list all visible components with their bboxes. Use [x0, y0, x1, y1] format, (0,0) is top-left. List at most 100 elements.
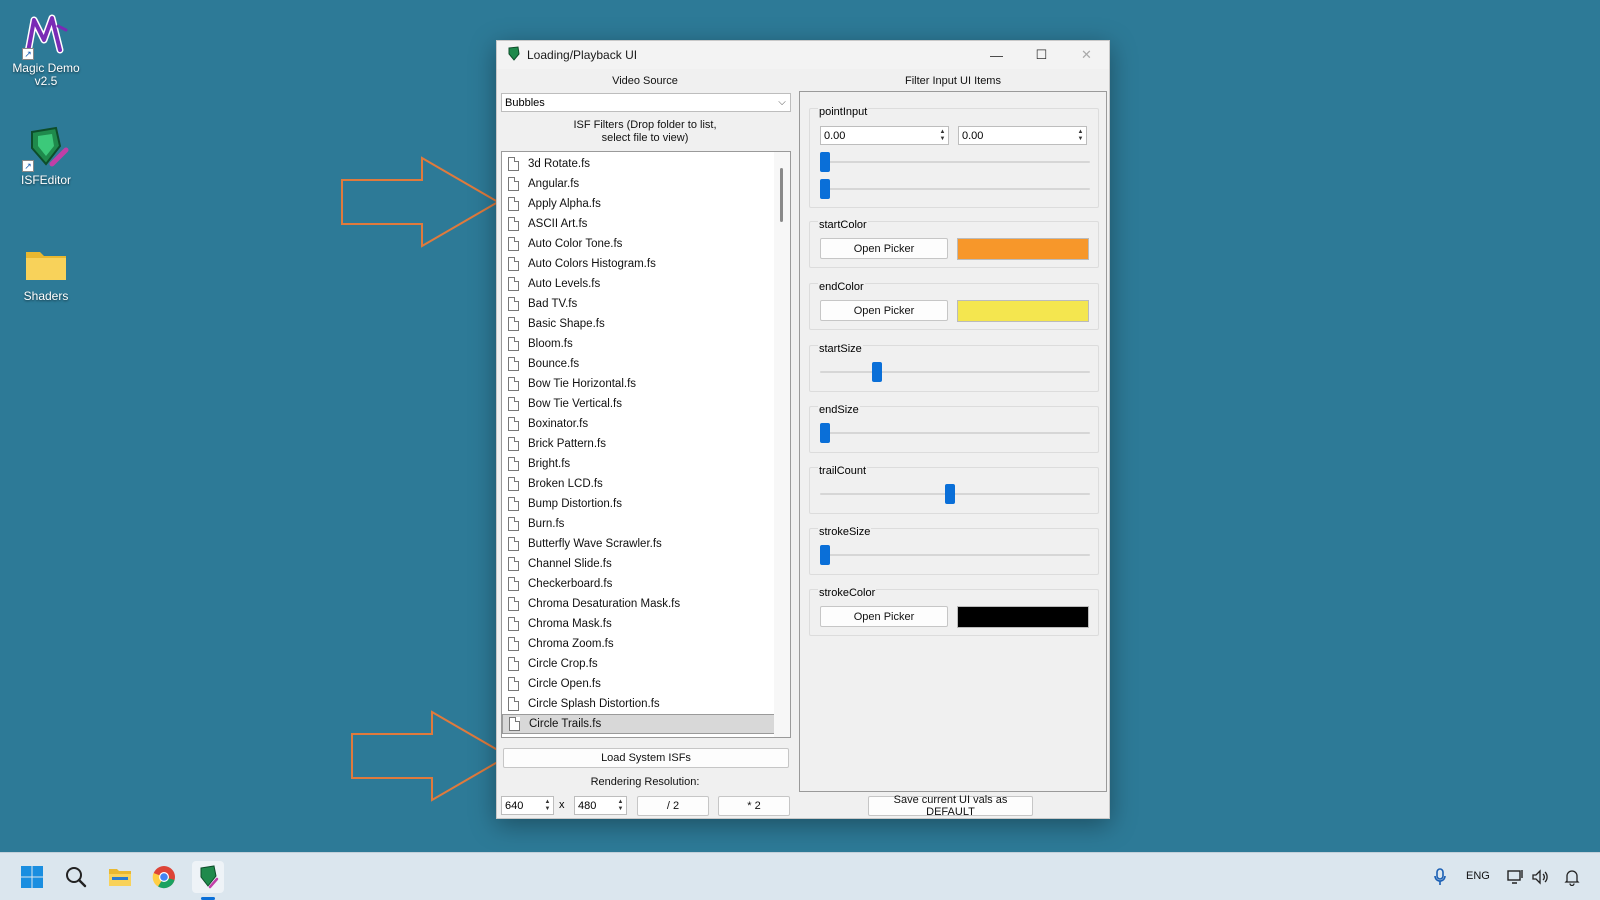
maximize-button[interactable]: ☐ [1019, 41, 1064, 69]
file-icon [508, 657, 519, 671]
save-default-button[interactable]: Save current UI vals as DEFAULT [868, 794, 1033, 818]
start-button[interactable] [16, 861, 48, 893]
list-item[interactable]: Checkerboard.fs [502, 574, 775, 594]
point-x-slider[interactable] [820, 152, 1090, 172]
list-item[interactable]: Auto Colors Histogram.fs [502, 254, 775, 274]
spin-arrows-icon[interactable]: ▲ ▼ [937, 127, 948, 144]
folder-icon [22, 240, 70, 288]
list-item[interactable]: Broken LCD.fs [502, 474, 775, 494]
group-start-size: startSize [809, 343, 1099, 392]
list-item[interactable]: 3d Rotate.fs [502, 154, 775, 174]
list-item[interactable]: Bright.fs [502, 454, 775, 474]
list-item[interactable]: Auto Levels.fs [502, 274, 775, 294]
stroke-color-label: strokeColor [818, 587, 877, 599]
file-icon [508, 197, 519, 211]
list-item[interactable]: Butterfly Wave Scrawler.fs [502, 534, 775, 554]
list-item[interactable]: Bow Tie Vertical.fs [502, 394, 775, 414]
slider-handle[interactable] [944, 484, 955, 504]
list-item[interactable]: Brick Pattern.fs [502, 434, 775, 454]
microphone-button[interactable] [1424, 861, 1456, 893]
list-item[interactable]: Angular.fs [502, 174, 775, 194]
stroke-size-slider[interactable] [820, 545, 1090, 565]
slider-handle[interactable] [820, 152, 830, 172]
list-scrollbar[interactable] [774, 152, 790, 737]
file-icon [508, 417, 519, 431]
scrollbar-thumb[interactable] [780, 168, 783, 222]
desktop-icon-isfeditor[interactable]: ↗ ISFEditor [6, 124, 86, 187]
chrome-button[interactable] [148, 861, 180, 893]
list-item[interactable]: Bump Distortion.fs [502, 494, 775, 514]
file-icon [508, 597, 519, 611]
width-input[interactable]: 640 ▲ ▼ [501, 796, 554, 815]
list-item[interactable]: Chroma Zoom.fs [502, 634, 775, 654]
file-icon [508, 557, 519, 571]
list-item[interactable]: Chroma Desaturation Mask.fs [502, 594, 775, 614]
list-item[interactable]: Auto Color Tone.fs [502, 234, 775, 254]
slider-track [820, 188, 1090, 190]
file-explorer-button[interactable] [104, 861, 136, 893]
language-indicator[interactable]: ENG [1466, 870, 1490, 882]
list-item[interactable]: Circle Splash Distortion.fs [502, 694, 775, 714]
filter-input-caption: Filter Input UI Items [905, 75, 1001, 87]
notifications-button[interactable] [1556, 861, 1588, 893]
point-y-input[interactable]: 0.00 ▲ ▼ [958, 126, 1087, 145]
file-name: Apply Alpha.fs [528, 198, 601, 210]
file-icon [508, 317, 519, 331]
spin-arrows-icon[interactable]: ▲ ▼ [542, 797, 553, 814]
height-input[interactable]: 480 ▲ ▼ [574, 796, 627, 815]
start-size-slider[interactable] [820, 362, 1090, 382]
isf-file-list[interactable]: 3d Rotate.fs Angular.fs Apply Alpha.fs ASCI… [501, 151, 791, 738]
point-x-input[interactable]: 0.00 ▲ ▼ [820, 126, 949, 145]
stroke-color-open-picker-button[interactable]: Open Picker [820, 606, 948, 627]
minimize-button[interactable]: — [974, 41, 1019, 69]
title-bar[interactable]: Loading/Playback UI — ☐ ✕ [497, 41, 1109, 69]
isf-caption-line1: ISF Filters (Drop folder to list, [573, 119, 717, 131]
start-color-swatch [957, 238, 1089, 260]
slider-handle[interactable] [872, 362, 882, 382]
load-system-isfs-button[interactable]: Load System ISFs [503, 748, 789, 768]
desktop-icon-magic-demo[interactable]: ↗ Magic Demo v2.5 [6, 12, 86, 88]
trail-count-slider[interactable] [820, 484, 1090, 504]
close-button[interactable]: ✕ [1064, 41, 1109, 69]
slider-handle[interactable] [820, 179, 830, 199]
spin-arrows-icon[interactable]: ▲ ▼ [615, 797, 626, 814]
list-item[interactable]: Bounce.fs [502, 354, 775, 374]
file-icon [508, 217, 519, 231]
group-stroke-size: strokeSize [809, 526, 1099, 575]
double-resolution-button[interactable]: * 2 [718, 796, 790, 816]
list-item[interactable]: Burn.fs [502, 514, 775, 534]
list-item[interactable]: Chroma Mask.fs [502, 614, 775, 634]
file-name: Basic Shape.fs [528, 318, 605, 330]
isf-app-taskbar-button[interactable] [192, 861, 224, 893]
list-item[interactable]: Bad TV.fs [502, 294, 775, 314]
slider-handle[interactable] [820, 545, 830, 565]
list-item[interactable]: ASCII Art.fs [502, 214, 775, 234]
list-item[interactable]: Circle Open.fs [502, 674, 775, 694]
slider-handle[interactable] [820, 423, 830, 443]
left-pane: Video Source Bubbles ⌵ ISF Filters (Drop… [499, 71, 791, 816]
end-size-slider[interactable] [820, 423, 1090, 443]
video-source-select[interactable]: Bubbles ⌵ [501, 93, 791, 112]
start-color-label: startColor [818, 219, 868, 231]
list-item[interactable]: Channel Slide.fs [502, 554, 775, 574]
search-button[interactable] [60, 861, 92, 893]
file-name: Butterfly Wave Scrawler.fs [528, 538, 662, 550]
end-color-swatch [957, 300, 1089, 322]
end-color-open-picker-button[interactable]: Open Picker [820, 300, 948, 321]
file-icon [508, 157, 519, 171]
list-item[interactable]: Apply Alpha.fs [502, 194, 775, 214]
list-item[interactable]: Boxinator.fs [502, 414, 775, 434]
point-y-slider[interactable] [820, 179, 1090, 199]
list-item[interactable]: Circle Crop.fs [502, 654, 775, 674]
half-resolution-button[interactable]: / 2 [637, 796, 709, 816]
spin-arrows-icon[interactable]: ▲ ▼ [1075, 127, 1086, 144]
start-size-label: startSize [818, 343, 863, 355]
list-item[interactable]: Basic Shape.fs [502, 314, 775, 334]
file-name: Bow Tie Vertical.fs [528, 398, 622, 410]
list-item[interactable]: Bloom.fs [502, 334, 775, 354]
start-color-open-picker-button[interactable]: Open Picker [820, 238, 948, 259]
list-item[interactable]: Circle Trails.fs [502, 714, 775, 734]
desktop-icon-shaders[interactable]: Shaders [6, 240, 86, 303]
list-item[interactable]: Bow Tie Horizontal.fs [502, 374, 775, 394]
volume-button[interactable] [1524, 861, 1556, 893]
